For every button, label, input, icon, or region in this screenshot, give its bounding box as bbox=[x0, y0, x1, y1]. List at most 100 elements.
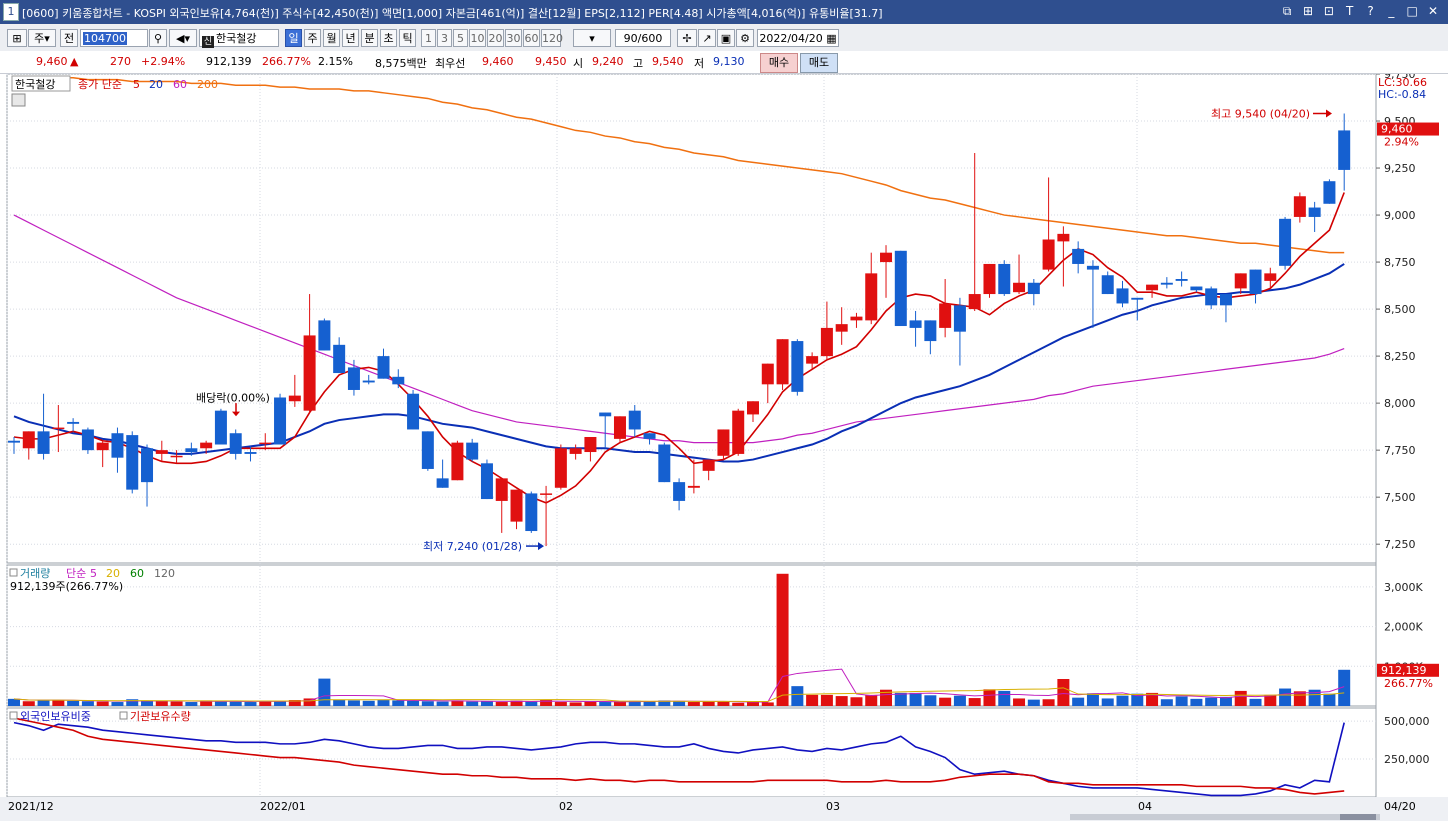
period-2-button[interactable]: 월 bbox=[323, 29, 340, 47]
volume-bar-27[interactable] bbox=[407, 700, 420, 706]
volume-bar-4[interactable] bbox=[67, 700, 80, 706]
volume-bar-9[interactable] bbox=[141, 700, 154, 706]
volume-bar-32[interactable] bbox=[480, 701, 493, 706]
chart-menu-icon[interactable]: ⊞ bbox=[7, 29, 27, 47]
candle-60[interactable] bbox=[894, 250, 907, 327]
candle-86[interactable] bbox=[1279, 216, 1292, 270]
volume-bar-62[interactable] bbox=[924, 695, 937, 706]
volume-bar-63[interactable] bbox=[939, 697, 952, 706]
period-4-button[interactable]: 분 bbox=[361, 29, 378, 47]
stock-code-input[interactable]: 104700 bbox=[80, 29, 148, 47]
volume-bar-43[interactable] bbox=[643, 701, 656, 706]
volume-bar-58[interactable] bbox=[865, 694, 878, 706]
volume-bar-31[interactable] bbox=[466, 701, 479, 706]
minimize-icon[interactable]: _ bbox=[1384, 4, 1398, 18]
volume-bar-83[interactable] bbox=[1234, 690, 1247, 706]
chart-tool-icon[interactable]: ✢ bbox=[677, 29, 697, 47]
buy-button[interactable]: 매수 bbox=[760, 53, 798, 73]
candle-5[interactable] bbox=[81, 427, 94, 454]
volume-bar-11[interactable] bbox=[170, 701, 183, 706]
volume-bar-39[interactable] bbox=[584, 701, 597, 706]
volume-bar-65[interactable] bbox=[968, 698, 981, 706]
volume-bar-37[interactable] bbox=[554, 702, 567, 706]
volume-bar-61[interactable] bbox=[909, 692, 922, 706]
interval-2-button[interactable]: 5 bbox=[453, 29, 468, 47]
volume-bar-74[interactable] bbox=[1101, 698, 1114, 706]
volume-bar-51[interactable] bbox=[761, 702, 774, 706]
bar-count-input[interactable]: 90/600 bbox=[615, 29, 671, 47]
candle-35[interactable] bbox=[525, 491, 538, 533]
volume-bar-5[interactable] bbox=[81, 701, 94, 706]
volume-bar-64[interactable] bbox=[953, 695, 966, 706]
candle-41[interactable] bbox=[613, 416, 626, 443]
interval-1-button[interactable]: 3 bbox=[437, 29, 452, 47]
volume-bar-71[interactable] bbox=[1057, 679, 1070, 706]
volume-bar-47[interactable] bbox=[702, 701, 715, 706]
stock-name-field[interactable]: 신 한국철강 bbox=[199, 29, 279, 48]
volume-bar-16[interactable] bbox=[244, 702, 257, 706]
volume-bar-40[interactable] bbox=[599, 702, 612, 706]
interval-4-button[interactable]: 20 bbox=[487, 29, 504, 47]
volume-bar-86[interactable] bbox=[1279, 688, 1292, 706]
volume-bar-38[interactable] bbox=[569, 702, 582, 706]
search-icon[interactable]: ⚲ bbox=[149, 29, 167, 47]
interval-0-button[interactable]: 1 bbox=[421, 29, 436, 47]
layout-icon[interactable]: ⧉ bbox=[1280, 4, 1294, 19]
candle-28[interactable] bbox=[421, 431, 434, 471]
interval-7-button[interactable]: 120 bbox=[541, 29, 563, 47]
help-icon[interactable]: ? bbox=[1364, 4, 1378, 18]
calendar-icon[interactable]: ▦ bbox=[826, 32, 836, 45]
volume-bar-1[interactable] bbox=[22, 701, 35, 706]
volume-bar-35[interactable] bbox=[525, 701, 538, 706]
volume-bar-84[interactable] bbox=[1249, 698, 1262, 706]
pin-icon[interactable]: T bbox=[1343, 4, 1357, 18]
save-icon[interactable]: ▣ bbox=[717, 29, 735, 47]
volume-bar-78[interactable] bbox=[1160, 699, 1173, 706]
volume-bar-66[interactable] bbox=[983, 689, 996, 706]
volume-bar-21[interactable] bbox=[318, 678, 331, 706]
volume-bar-81[interactable] bbox=[1205, 697, 1218, 706]
link-icon[interactable]: ⊡ bbox=[1322, 4, 1336, 18]
speaker-icon[interactable]: ◀▾ bbox=[169, 29, 197, 47]
restore-layout-icon[interactable]: ⊞ bbox=[1301, 4, 1315, 18]
volume-bar-28[interactable] bbox=[421, 701, 434, 706]
volume-bar-49[interactable] bbox=[732, 702, 745, 706]
volume-bar-53[interactable] bbox=[791, 686, 804, 706]
candle-67[interactable] bbox=[998, 260, 1011, 296]
volume-bar-89[interactable] bbox=[1323, 693, 1336, 706]
candle-89[interactable] bbox=[1323, 179, 1336, 204]
interval-6-button[interactable]: 60 bbox=[523, 29, 540, 47]
volume-bar-73[interactable] bbox=[1086, 693, 1099, 706]
period-6-button[interactable]: 틱 bbox=[399, 29, 416, 47]
volume-bar-22[interactable] bbox=[333, 699, 346, 706]
candle-37[interactable] bbox=[554, 444, 567, 490]
candle-44[interactable] bbox=[658, 442, 671, 483]
volume-bar-14[interactable] bbox=[214, 701, 227, 706]
candle-52[interactable] bbox=[776, 339, 789, 390]
candle-49[interactable] bbox=[732, 408, 745, 456]
interval-3-button[interactable]: 10 bbox=[469, 29, 486, 47]
volume-bar-68[interactable] bbox=[1013, 698, 1026, 706]
candle-27[interactable] bbox=[407, 389, 420, 430]
volume-bar-60[interactable] bbox=[894, 692, 907, 706]
volume-bar-15[interactable] bbox=[229, 701, 242, 706]
volume-bar-2[interactable] bbox=[37, 700, 50, 706]
interval-dropdown[interactable]: ▾ bbox=[573, 29, 611, 47]
candle-48[interactable] bbox=[717, 429, 730, 460]
volume-bar-72[interactable] bbox=[1072, 697, 1085, 706]
volume-bar-56[interactable] bbox=[835, 696, 848, 706]
chart-area[interactable]: 7,250 7,500 7,750 8,000 8,250 8,500 8,750 9,000… bbox=[0, 74, 1448, 821]
volume-bar-79[interactable] bbox=[1175, 696, 1188, 706]
draw-icon[interactable]: ↗ bbox=[698, 29, 716, 47]
volume-bar-0[interactable] bbox=[8, 698, 20, 706]
volume-bar-12[interactable] bbox=[185, 702, 198, 706]
date-input[interactable]: 2022/04/20 ▦ bbox=[757, 29, 839, 47]
volume-bar-80[interactable] bbox=[1190, 698, 1203, 706]
period-0-button[interactable]: 일 bbox=[285, 29, 302, 47]
volume-bar-6[interactable] bbox=[96, 701, 109, 706]
candle-8[interactable] bbox=[126, 431, 139, 494]
volume-bar-54[interactable] bbox=[806, 694, 819, 706]
period-1-button[interactable]: 주 bbox=[304, 29, 321, 47]
candle-66[interactable] bbox=[983, 263, 996, 298]
candle-21[interactable] bbox=[318, 318, 331, 351]
